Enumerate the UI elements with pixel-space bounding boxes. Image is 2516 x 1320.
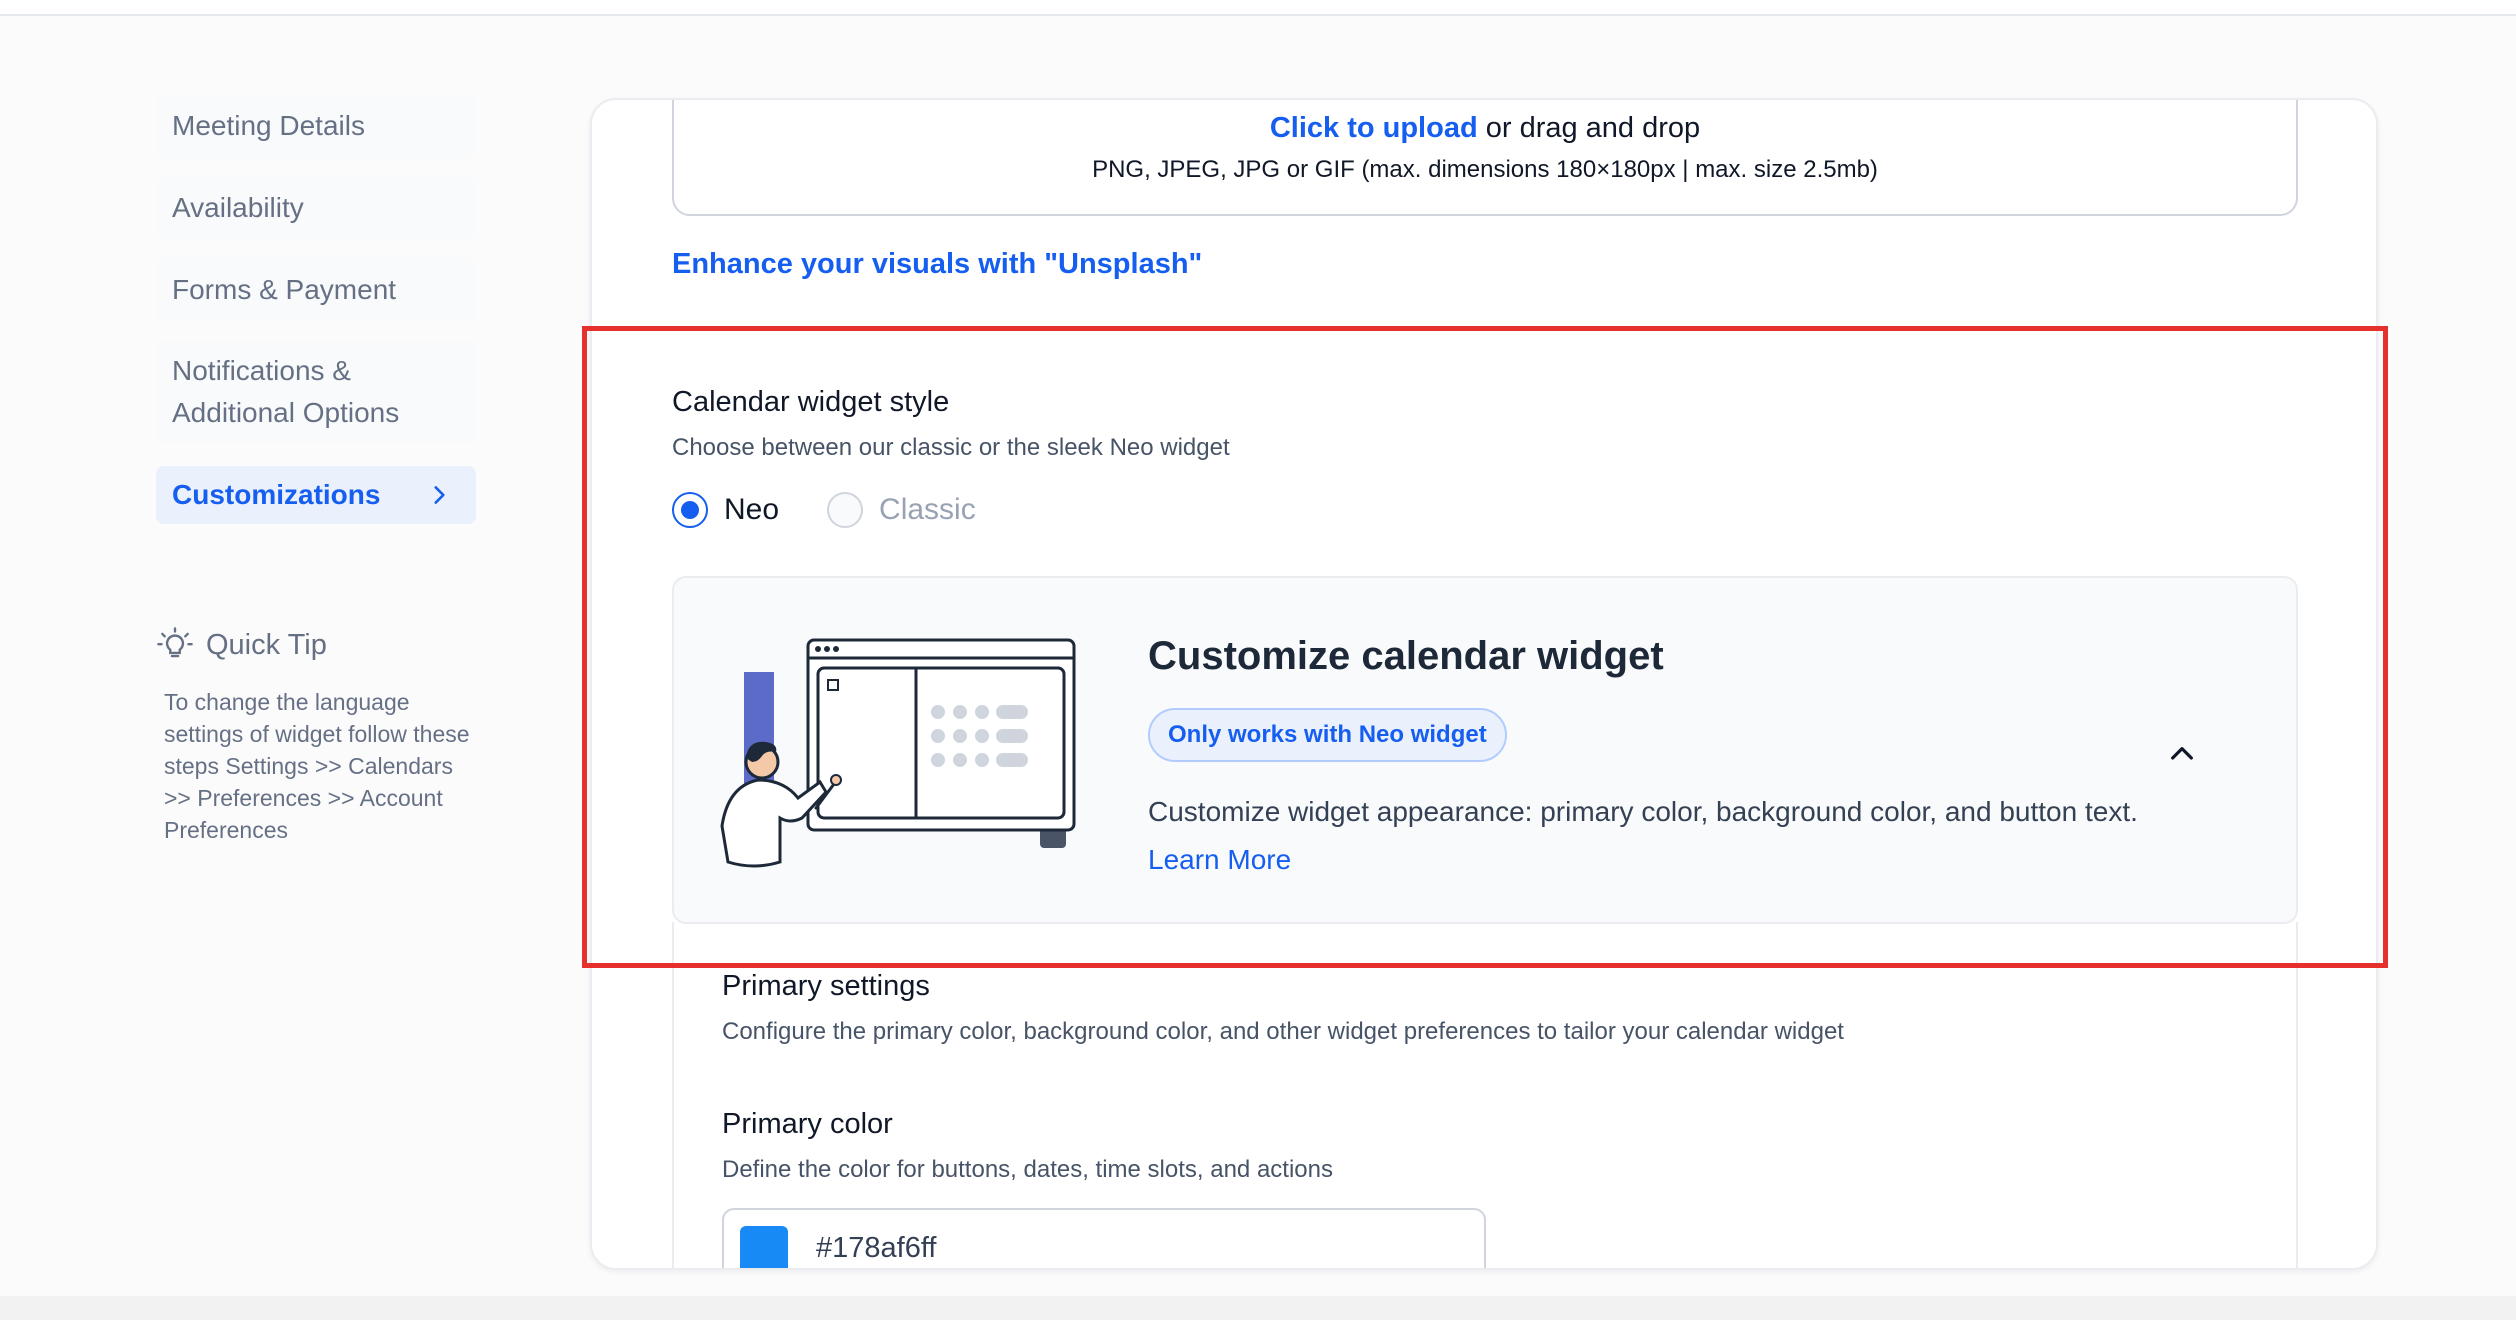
sidebar-item-availability[interactable]: Availability bbox=[156, 176, 476, 240]
calendar-widget-style-subtitle: Choose between our classic or the sleek … bbox=[672, 434, 1230, 461]
classic-radio-label[interactable]: Classic bbox=[879, 493, 976, 527]
learn-more-link[interactable]: Learn More bbox=[1148, 844, 1291, 876]
primary-color-value: #178af6ff bbox=[816, 1232, 937, 1264]
sidebar-item-label: Meeting Details bbox=[172, 110, 365, 141]
upload-instructions: Click to upload or drag and drop bbox=[674, 112, 2296, 145]
upload-rest-text: or drag and drop bbox=[1477, 112, 1701, 144]
neo-radio[interactable] bbox=[672, 492, 708, 528]
neo-only-badge: Only works with Neo widget bbox=[1148, 708, 1507, 762]
neo-radio-label[interactable]: Neo bbox=[724, 493, 779, 527]
upload-link[interactable]: Click to upload bbox=[1270, 112, 1478, 144]
main-card: Click to upload or drag and drop PNG, JP… bbox=[590, 98, 2378, 1270]
classic-radio[interactable] bbox=[827, 492, 864, 528]
calendar-widget-style-title: Calendar widget style bbox=[672, 386, 950, 418]
quick-tip-title: Quick Tip bbox=[206, 628, 327, 661]
illustration-dot bbox=[815, 646, 821, 652]
sidebar-item-label-line2: Additional Options bbox=[172, 397, 400, 428]
primary-settings-subtitle: Configure the primary color, background … bbox=[722, 1018, 1844, 1045]
calendar-widget-illustration bbox=[720, 638, 1076, 868]
color-swatch[interactable] bbox=[740, 1226, 788, 1268]
quick-tip-header: Quick Tip bbox=[156, 626, 327, 664]
sidebar-item-meeting-details[interactable]: Meeting Details bbox=[156, 94, 476, 158]
bottom-strip bbox=[0, 1296, 2516, 1320]
illustration-inner-frame bbox=[816, 666, 1066, 820]
primary-settings-title: Primary settings bbox=[722, 970, 930, 1002]
sidebar-item-customizations[interactable]: Customizations bbox=[156, 466, 476, 524]
sidebar-item-label-line1: Notifications & bbox=[172, 355, 351, 386]
chevron-up-icon[interactable] bbox=[2166, 738, 2198, 770]
primary-color-input[interactable]: #178af6ff bbox=[722, 1208, 1486, 1268]
unsplash-link[interactable]: Enhance your visuals with "Unsplash" bbox=[672, 248, 1202, 281]
top-bar bbox=[0, 0, 2516, 16]
chevron-right-icon bbox=[434, 486, 445, 504]
lightbulb-icon bbox=[157, 627, 193, 658]
sidebar-item-label: Availability bbox=[172, 192, 304, 223]
upload-dropzone[interactable]: Click to upload or drag and drop PNG, JP… bbox=[672, 100, 2298, 216]
primary-color-subtitle: Define the color for buttons, dates, tim… bbox=[722, 1156, 1333, 1183]
illustration-dot bbox=[833, 646, 839, 652]
quick-tip-text: To change the language settings of widge… bbox=[164, 689, 470, 843]
promo-title: Customize calendar widget bbox=[1148, 634, 1664, 678]
promo-description: Customize widget appearance: primary col… bbox=[1148, 796, 2138, 827]
sidebar-item-notifications[interactable]: Notifications & Additional Options bbox=[156, 340, 476, 444]
primary-color-title: Primary color bbox=[722, 1108, 893, 1140]
upload-hint: PNG, JPEG, JPG or GIF (max. dimensions 1… bbox=[1092, 156, 1878, 183]
sidebar-item-forms-payment[interactable]: Forms & Payment bbox=[156, 258, 476, 322]
sidebar-item-label: Forms & Payment bbox=[172, 274, 397, 305]
widget-style-radio-group: Neo Classic bbox=[672, 492, 976, 528]
illustration-dot bbox=[824, 646, 830, 652]
sidebar-item-label: Customizations bbox=[172, 479, 381, 510]
customize-widget-panel: Customize calendar widget Only works wit… bbox=[672, 576, 2298, 924]
radio-selected-dot bbox=[681, 501, 699, 519]
